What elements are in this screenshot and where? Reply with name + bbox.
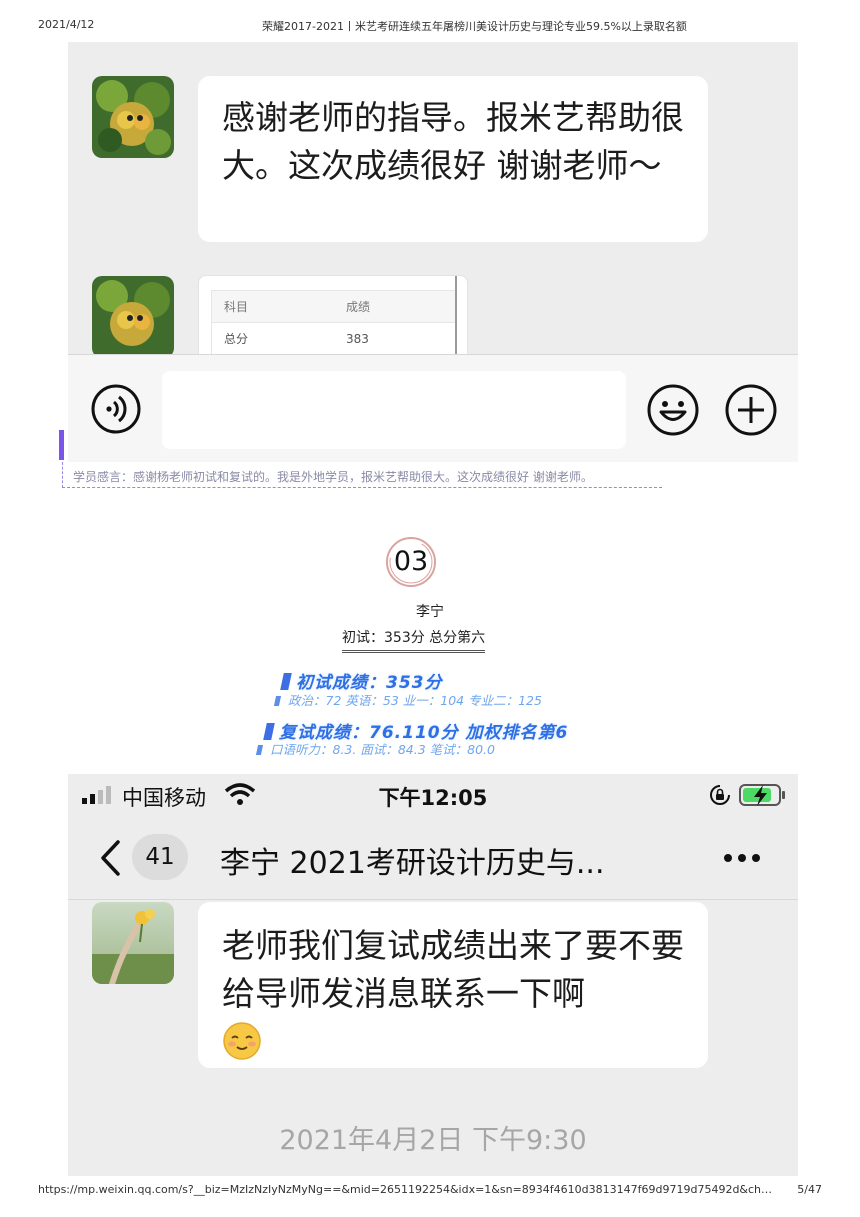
prelim-score-detail: 政治：72 英语：53 业一：104 专业二：125	[273, 690, 542, 709]
section-number-badge: 03	[385, 536, 437, 588]
chat-screenshot-1: 感谢老师的指导。报米艺帮助很大。这次成绩很好 谢谢老师～ 科目 成绩 总分 38…	[68, 42, 798, 462]
table-header-cell: 科目	[224, 300, 249, 314]
table-header-cell: 成绩	[346, 300, 371, 314]
table-row: 总分 383	[212, 323, 456, 355]
avatar-image	[92, 76, 174, 158]
message-timestamp: 2021年4月2日 下午9:30	[279, 1125, 587, 1156]
section-number: 03	[393, 546, 429, 577]
smiling-face-icon	[223, 1022, 261, 1060]
prelim-summary: 初试：353分 总分第六	[342, 627, 486, 653]
emoji-icon[interactable]	[646, 383, 700, 437]
print-date: 2021/4/12	[38, 18, 95, 31]
message-text: 老师我们复试成绩出来了要不要给导师发消息联系一下啊	[222, 926, 684, 1013]
table-cell: 383	[346, 331, 369, 346]
message-bubble[interactable]: 老师我们复试成绩出来了要不要给导师发消息联系一下啊	[198, 902, 708, 1068]
more-options-icon[interactable]	[722, 846, 762, 870]
add-attachment-icon[interactable]	[724, 383, 778, 437]
student-name: 李宁	[416, 604, 444, 620]
print-title: 荣耀2017-2021丨米艺考研连续五年屠榜川美设计历史与理论专业59.5%以上…	[262, 20, 687, 33]
retest-score-detail: 口语听力：8.3. 面试：84.3 笔试：80.0	[255, 739, 495, 758]
avatar[interactable]	[92, 276, 174, 358]
chat-screenshot-2: 中国移动 下午12:05 41 李宁 2021考研设计历史与... 老师我们复试…	[68, 774, 798, 1176]
retest-detail-text: 口语听力：8.3. 面试：84.3 笔试：80.0	[270, 742, 495, 757]
print-header: 2021/4/12 荣耀2017-2021丨米艺考研连续五年屠榜川美设计历史与理…	[0, 18, 860, 36]
status-time: 下午12:05	[378, 786, 488, 810]
page-number: 5/47	[797, 1183, 822, 1196]
chat-title: 李宁 2021考研设计历史与...	[220, 846, 605, 881]
divider	[455, 276, 457, 364]
avatar-image	[92, 276, 174, 358]
testimonial-caption: 学员感言：感谢杨老师初试和复试的。我是外地学员，报米艺帮助很大。这次成绩很好 谢…	[62, 462, 662, 488]
back-chevron-icon[interactable]	[98, 838, 122, 878]
score-table: 科目 成绩 总分 383	[211, 290, 457, 355]
chat-nav-bar: 41 李宁 2021考研设计历史与...	[68, 816, 798, 900]
prelim-detail-text: 政治：72 英语：53 业一：104 专业二：125	[288, 693, 542, 708]
chat-input-bar	[68, 354, 798, 462]
message-bubble[interactable]: 感谢老师的指导。报米艺帮助很大。这次成绩很好 谢谢老师～	[198, 76, 708, 242]
avatar[interactable]	[92, 902, 174, 984]
status-bar: 中国移动 下午12:05	[68, 774, 798, 816]
caption-accent-bar	[59, 430, 64, 460]
battery-charging-icon	[739, 784, 785, 806]
voice-input-icon[interactable]	[90, 383, 142, 435]
print-footer: https://mp.weixin.qq.com/s?__biz=MzIzNzI…	[0, 1183, 860, 1199]
avatar-image	[92, 902, 174, 984]
table-cell: 总分	[224, 332, 249, 346]
unread-count-badge[interactable]: 41	[132, 834, 188, 880]
table-header-row: 科目 成绩	[212, 291, 456, 323]
avatar[interactable]	[92, 76, 174, 158]
print-url: https://mp.weixin.qq.com/s?__biz=MzIzNzI…	[38, 1183, 778, 1196]
message-input[interactable]	[162, 371, 626, 449]
score-table-message[interactable]: 科目 成绩 总分 383	[198, 275, 468, 365]
rotation-lock-icon	[710, 785, 730, 805]
